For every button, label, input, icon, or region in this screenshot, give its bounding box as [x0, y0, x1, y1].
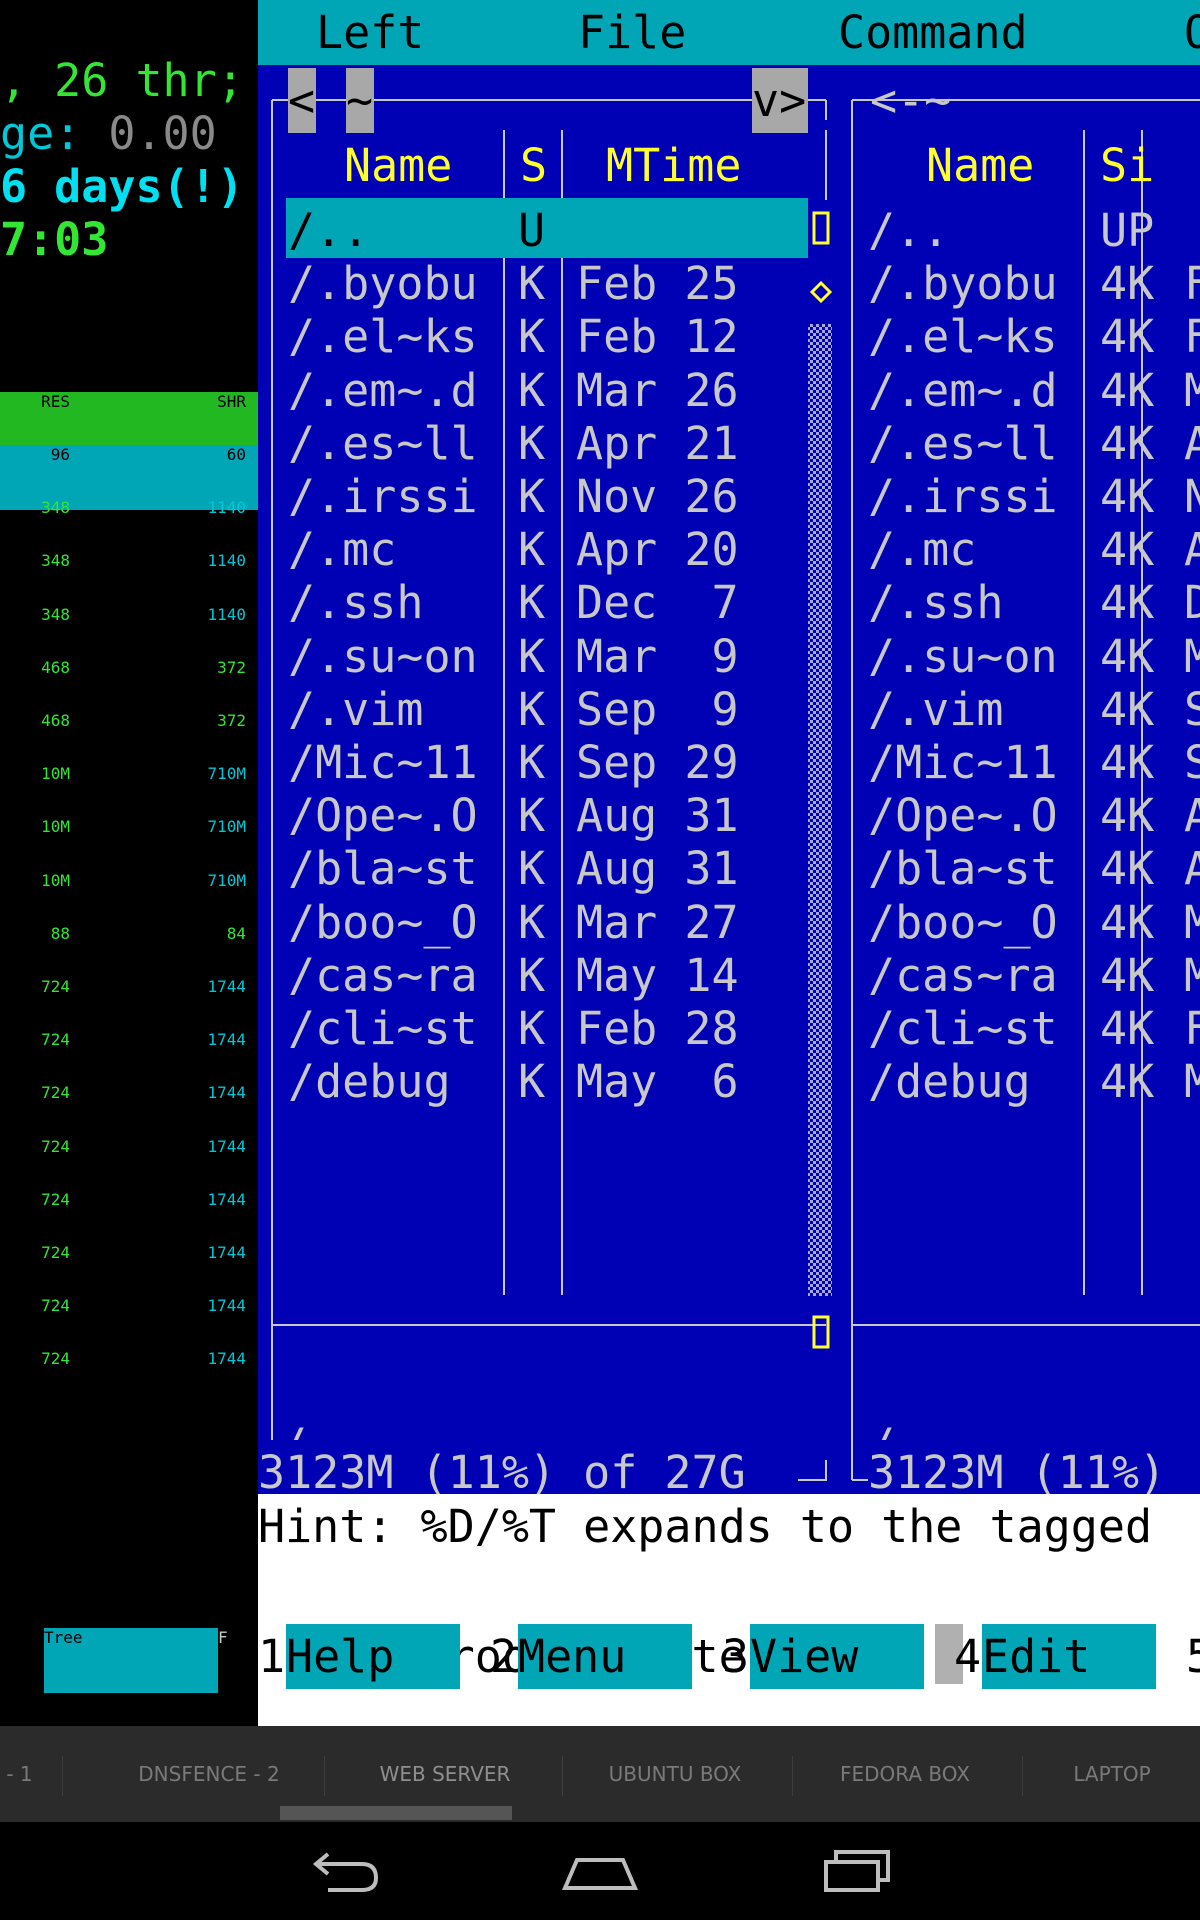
htop-shr-value: 1744 — [207, 1136, 246, 1156]
htop-shr-value: 710M — [207, 870, 246, 890]
htop-res-value: 96 — [50, 445, 70, 464]
htop-shr-value: 1744 — [207, 977, 246, 996]
tab-separator — [324, 1756, 325, 1796]
htop-res-value: 10M — [41, 870, 70, 890]
htop-shr-value: 372 — [217, 657, 246, 677]
htop-res-value: 724 — [41, 1030, 70, 1050]
htop-fkey-bar: F5 Tree F — [0, 1628, 258, 1693]
htop-shr-value: 1744 — [207, 1030, 246, 1050]
htop-fkey-f5[interactable]: F5 — [0, 1628, 1, 1647]
htop-fkey-tree[interactable]: Tree — [44, 1628, 218, 1693]
right-col-name[interactable]: Name — [926, 133, 1034, 198]
htop-res-value: 724 — [41, 1243, 70, 1262]
fkey-number[interactable]: 5 — [1186, 1624, 1200, 1689]
htop-col-res: RES — [41, 392, 70, 411]
fkey-menu-button[interactable]: Menu — [518, 1624, 692, 1689]
htop-res-value: 468 — [41, 711, 70, 730]
htop-shr-value: 1140 — [207, 498, 246, 518]
htop-res-value: 348 — [41, 498, 70, 518]
htop-res-value: 348 — [41, 604, 70, 624]
htop-shr-value: 1744 — [207, 1243, 246, 1262]
session-tab-bar: E - 1DNSFENCE - 2WEB SERVERUBUNTU BOXFED… — [0, 1726, 1200, 1822]
file-list-row[interactable]: /debug K May 6/debug 4K M — [258, 1049, 1200, 1114]
right-file-size: 4K — [1100, 1055, 1155, 1109]
midnight-commander: Left File Command O < ~ v> <-~ Name S MT… — [258, 0, 1200, 1726]
command-area: Hint: %D/%T expands to the tagged [root@… — [258, 1494, 1200, 1726]
htop-load-value: 0.00 — [108, 107, 217, 160]
left-file-mtime: May 6 — [576, 1055, 739, 1109]
left-file-name: /debug — [288, 1055, 451, 1109]
recents-icon[interactable] — [812, 1842, 902, 1900]
htop-shr-value: 710M — [207, 817, 246, 837]
htop-shr-value: 1140 — [207, 604, 246, 624]
htop-shr-value: 1744 — [207, 1189, 246, 1209]
htop-shr-value: 1744 — [207, 1296, 246, 1316]
fkey-number[interactable]: 2 — [490, 1624, 517, 1689]
right-file-name: /debug — [868, 1055, 1031, 1109]
htop-process-row[interactable]: 724 1744 — [0, 1349, 258, 1414]
tab-fedora-box[interactable]: FEDORA BOX — [790, 1726, 1020, 1822]
android-nav-bar — [0, 1822, 1200, 1920]
left-col-mtime[interactable]: MTime — [606, 133, 741, 198]
htop-res-value: 724 — [41, 1136, 70, 1156]
htop-res-value: 724 — [41, 1296, 70, 1316]
tab-separator — [1022, 1756, 1023, 1796]
htop-res-value: 724 — [41, 1349, 70, 1369]
home-icon[interactable] — [555, 1842, 645, 1900]
right-panel-top-hint[interactable]: <-~ — [870, 68, 951, 133]
htop-res-value: 724 — [41, 1189, 70, 1209]
tab-e-1[interactable]: E - 1 — [0, 1726, 60, 1822]
fkey-number[interactable]: 1 — [258, 1624, 285, 1689]
htop-shr-value: 84 — [226, 923, 246, 943]
htop-shr-value: 1744 — [207, 1349, 246, 1369]
htop-res-value: 10M — [41, 817, 70, 837]
panel-sort-button[interactable]: v> — [752, 68, 808, 133]
htop-res-value: 348 — [41, 551, 70, 571]
htop-res-value: 468 — [41, 657, 70, 677]
tab-separator — [62, 1756, 63, 1796]
fkey-edit-button[interactable]: Edit — [982, 1624, 1156, 1689]
back-icon[interactable] — [298, 1842, 388, 1900]
fkey-number[interactable]: 3 — [722, 1624, 749, 1689]
panel-prev-button[interactable]: < — [288, 68, 316, 133]
htop-shr-value: 372 — [217, 711, 246, 730]
htop-shr-value: 710M — [207, 764, 246, 784]
hint-line: Hint: %D/%T expands to the tagged — [258, 1500, 1153, 1553]
htop-res-value: 88 — [50, 923, 70, 943]
fkey-help-button[interactable]: Help — [286, 1624, 460, 1689]
htop-load-label: ge: — [0, 107, 109, 160]
left-panel-header: Name S MTime Name Si — [258, 133, 1200, 198]
panel-home-button[interactable]: ~ — [346, 68, 374, 133]
shell-prompt[interactable]: [root@mdnatest ~]# — [258, 1559, 964, 1684]
active-tab-indicator — [280, 1806, 512, 1820]
htop-col-shr: SHR — [217, 392, 246, 411]
htop-time-line: 7:03 — [0, 213, 109, 266]
left-col-size[interactable]: S — [520, 133, 547, 198]
htop-shr-value: 1140 — [207, 551, 246, 571]
left-file-size: K — [518, 1055, 546, 1109]
tab-laptop[interactable]: LAPTOP — [1024, 1726, 1200, 1822]
fkey-view-button[interactable]: View — [750, 1624, 924, 1689]
right-col-size[interactable]: Si — [1100, 133, 1154, 198]
htop-fkey-next[interactable]: F — [218, 1628, 228, 1647]
left-col-name[interactable]: Name — [344, 133, 452, 198]
htop-shr-value: 60 — [226, 445, 246, 464]
htop-res-value: 724 — [41, 977, 70, 996]
right-file-mtime: M — [1184, 1055, 1200, 1109]
function-key-bar: 1 Help 2 Menu 3 View 4 Edit 5 — [258, 1624, 1200, 1689]
htop-shr-value: 1744 — [207, 1083, 246, 1103]
htop-res-value: 10M — [41, 764, 70, 784]
tab-ubuntu-box[interactable]: UBUNTU BOX — [560, 1726, 790, 1822]
htop-res-value: 724 — [41, 1083, 70, 1103]
fkey-number[interactable]: 4 — [954, 1624, 981, 1689]
htop-pane: , 26 thr; ge: 0.00 6 days(!) 7:03 RES SH… — [0, 0, 258, 1726]
